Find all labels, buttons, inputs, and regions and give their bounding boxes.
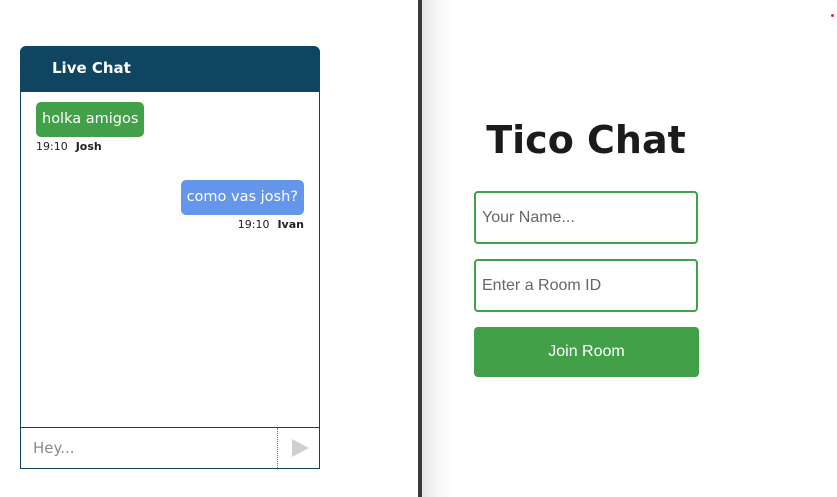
name-input[interactable] (474, 191, 698, 244)
send-button[interactable] (277, 428, 319, 468)
message-bubble: como vas josh? (180, 180, 304, 215)
join-pane (422, 0, 837, 497)
chat-pane: Live Chat holka amigos 19:10 Josh como va… (0, 0, 418, 497)
join-room-button[interactable]: Join Room (474, 327, 699, 377)
chat-window: Live Chat holka amigos 19:10 Josh como va… (20, 46, 320, 469)
message-author: Ivan (277, 218, 304, 231)
status-dot (831, 14, 834, 17)
message-bubble: holka amigos (36, 102, 145, 137)
message-author: Josh (75, 140, 102, 153)
chat-footer (20, 427, 320, 469)
message-time: 19:10 (36, 140, 68, 153)
chat-header: Live Chat (20, 46, 320, 91)
room-id-input[interactable] (474, 259, 698, 312)
chat-body[interactable]: holka amigos 19:10 Josh como vas josh? 19… (20, 91, 320, 428)
chat-message: holka amigos 19:10 Josh (36, 102, 145, 153)
send-icon (292, 439, 309, 457)
chat-message: como vas josh? 19:10 Ivan (180, 180, 304, 231)
chat-message-input[interactable] (21, 428, 276, 468)
message-time: 19:10 (237, 218, 270, 231)
chat-header-title: Live Chat (52, 59, 131, 77)
message-meta: 19:10 Josh (36, 140, 144, 153)
app-title: Tico Chat (486, 118, 686, 162)
message-meta: 19:10 Ivan (181, 218, 304, 231)
